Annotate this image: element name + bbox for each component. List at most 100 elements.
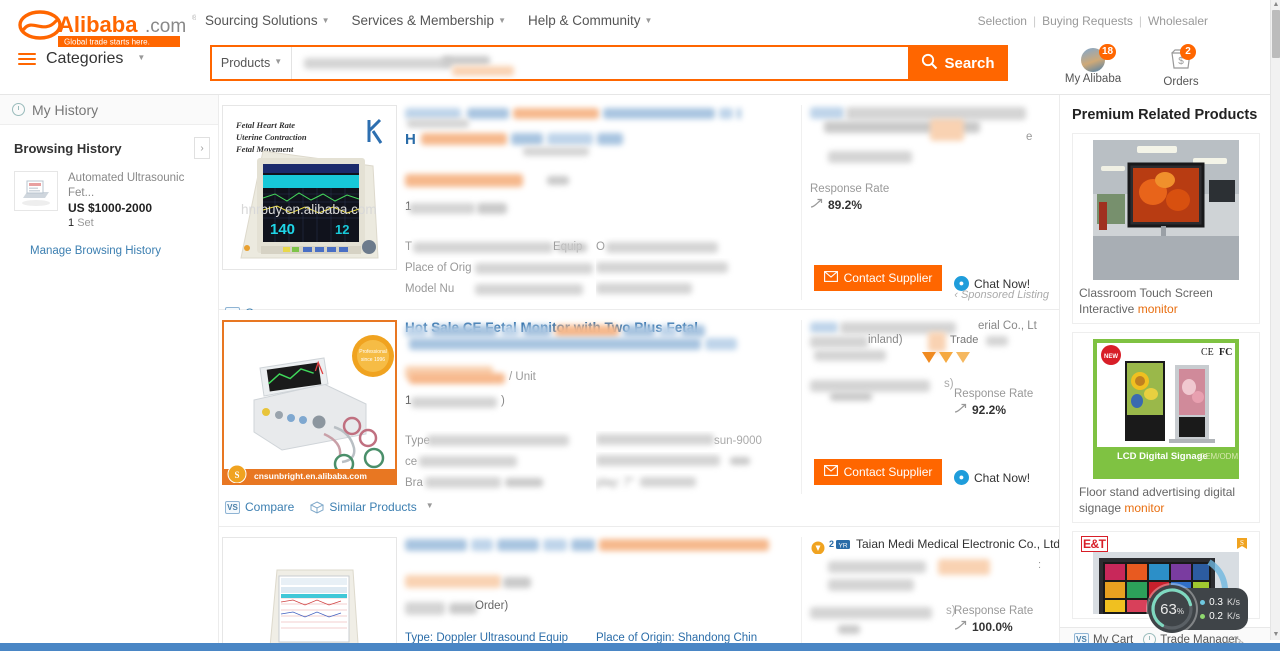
cpu-usage-ring: 63%	[1148, 585, 1197, 633]
alibaba-logo[interactable]: Alibaba .com ® Global trade starts here.	[18, 8, 198, 50]
hamburger-icon	[18, 50, 36, 68]
arrow-trend-icon	[810, 198, 823, 212]
link-buying-requests[interactable]: Buying Requests	[1042, 14, 1133, 28]
nav-item-help-community[interactable]: Help & Community ▼	[528, 13, 652, 28]
product-price: / Unit	[405, 366, 787, 388]
browsing-history-next-button[interactable]: ›	[194, 137, 210, 159]
clock-icon	[12, 103, 25, 116]
similar-products-button[interactable]: Similar Products ▼	[310, 500, 434, 514]
nav-label: Services & Membership	[351, 13, 495, 28]
product-price	[405, 575, 787, 595]
image-footer-label: cnsunbright.en.alibaba.com	[254, 471, 367, 481]
contact-supplier-button[interactable]: Contact Supplier	[814, 265, 942, 291]
utility-links: Selection | Buying Requests | Wholesaler	[978, 14, 1208, 28]
product-image[interactable]: 151 1 7	[222, 537, 397, 650]
search-scope-select[interactable]: Products ▼	[212, 47, 292, 79]
history-list-item[interactable]: Automated Ultrasounic Fet... US $1000-20…	[0, 167, 218, 231]
listing-gallery: Fetal Heart Rate Uterine Contraction Fet…	[219, 105, 399, 300]
premium-panel-title: Premium Related Products	[1072, 107, 1258, 123]
spec-label: T	[405, 241, 413, 253]
compare-label: Compare	[245, 500, 295, 514]
vertical-scrollbar[interactable]: ▲ ▼	[1270, 0, 1280, 640]
spec-row: Bra play: 7"	[405, 473, 787, 494]
product-title[interactable]: H	[405, 105, 787, 161]
supplier-country: inland)	[868, 334, 903, 346]
orders-button[interactable]: $ 2 Orders	[1150, 44, 1212, 88]
supplier-response: Response Rate 100.0%	[954, 605, 1033, 634]
product-moq: 1 )	[405, 393, 505, 408]
search-scope-label: Products	[220, 56, 271, 70]
search-button-label: Search	[944, 54, 995, 72]
svg-text:140: 140	[270, 221, 295, 238]
contact-supplier-label: Contact Supplier	[843, 465, 933, 479]
link-selection[interactable]: Selection	[978, 14, 1027, 28]
supplier-year-badge: 2 YR	[810, 539, 852, 559]
speed-unit: K/s	[1226, 597, 1240, 607]
scrollbar-thumb[interactable]	[1272, 10, 1280, 58]
image-label-2: OEM/ODM	[1199, 452, 1238, 461]
price-unit: / Unit	[509, 371, 536, 383]
redacted-query	[304, 58, 452, 69]
horizontal-scrollbar[interactable]	[0, 643, 1280, 651]
image-watermark: hnrbuy.en.alibaba.com	[241, 202, 377, 217]
link-wholesaler[interactable]: Wholesaler	[1148, 14, 1208, 28]
svg-text:Alibaba: Alibaba	[58, 12, 138, 37]
my-alibaba-label: My Alibaba	[1064, 73, 1122, 85]
sponsored-listing-note[interactable]: ‹ Sponsored Listing	[954, 289, 1049, 301]
vs-icon: VS	[225, 500, 240, 514]
caret-up-icon	[1200, 599, 1206, 605]
spec-row: Place of Orig	[405, 258, 787, 279]
svg-text:S: S	[1240, 539, 1244, 547]
page-body: My History Browsing History › Automated …	[0, 95, 1270, 651]
nav-label: Sourcing Solutions	[205, 13, 318, 28]
manage-browsing-history-link[interactable]: Manage Browsing History	[0, 231, 218, 257]
svg-text:YR: YR	[838, 542, 847, 549]
product-title[interactable]: Hot Sale CE Fetal Monitor with Two Plus …	[405, 320, 787, 362]
orders-badge: 2	[1180, 44, 1196, 60]
contact-supplier-button[interactable]: Contact Supplier	[814, 459, 942, 485]
response-rate-label: Response Rate	[810, 183, 890, 195]
premium-product-card[interactable]: Classroom Touch Screen Interactive monit…	[1072, 133, 1260, 324]
search-button[interactable]: Search	[908, 45, 1008, 81]
premium-product-image	[1093, 140, 1239, 280]
svg-text:.com: .com	[145, 16, 186, 37]
supplier-name[interactable]: Taian Medi Medical Electronic Co., Ltd.	[856, 537, 1059, 551]
premium-product-caption: Floor stand advertising digital signage …	[1079, 484, 1253, 516]
scroll-down-arrow[interactable]: ▼	[1271, 630, 1280, 640]
network-speed-widget[interactable]: 63% 0.3 K/s 0.2 K/s	[1148, 585, 1248, 633]
categories-button[interactable]: Categories ▼	[18, 50, 145, 68]
nav-item-services-membership[interactable]: Services & Membership ▼	[352, 13, 506, 28]
chat-bubble-icon: ●	[954, 470, 969, 485]
my-alibaba-badge: 18	[1099, 44, 1117, 60]
compare-checkbox[interactable]: VS Compare	[225, 500, 294, 514]
caption-keyword: monitor	[1137, 302, 1178, 316]
my-history-label: My History	[32, 101, 99, 118]
trade-badge: Trade	[950, 334, 979, 346]
my-history-header: My History	[0, 95, 218, 125]
spec-label: O	[596, 241, 605, 253]
premium-product-card[interactable]: NEW CE FC LCD Digital Signage OEM/ODM Fl…	[1072, 332, 1260, 523]
search-results-list: Fetal Heart Rate Uterine Contraction Fet…	[218, 95, 1060, 651]
history-item-moq: 1 Set	[68, 216, 208, 231]
chat-now-button[interactable]: ● Chat Now!	[954, 470, 1030, 485]
product-title[interactable]	[405, 537, 787, 573]
nav-item-sourcing-solutions[interactable]: Sourcing Solutions ▼	[205, 13, 330, 28]
product-image[interactable]: Professional since 1996 S cnsunbright.en…	[222, 320, 397, 485]
contact-supplier-label: Contact Supplier	[843, 271, 933, 285]
divider: |	[1032, 14, 1037, 28]
product-specs: Type sun-9000 ce Bra play: 7"	[405, 431, 787, 494]
arrow-trend-icon	[954, 403, 967, 417]
product-moq: Order)	[405, 600, 787, 620]
response-rate-value: 89.2%	[828, 198, 863, 212]
scroll-up-arrow[interactable]: ▲	[1271, 0, 1280, 10]
download-speed-value: 0.2	[1209, 610, 1223, 622]
listing-footer: VS Compare Similar Products ▼	[219, 494, 1059, 521]
svg-text:CE: CE	[1201, 347, 1214, 358]
spec-label: Model Nu	[405, 283, 455, 295]
svg-text:Professional: Professional	[359, 349, 387, 355]
spec-row: Type sun-9000	[405, 431, 787, 452]
my-alibaba-button[interactable]: 18 My Alibaba	[1062, 44, 1124, 88]
browsing-history-label: Browsing History	[14, 140, 122, 156]
chevron-down-icon: ▼	[321, 16, 330, 25]
product-image[interactable]: Fetal Heart Rate Uterine Contraction Fet…	[222, 105, 397, 270]
